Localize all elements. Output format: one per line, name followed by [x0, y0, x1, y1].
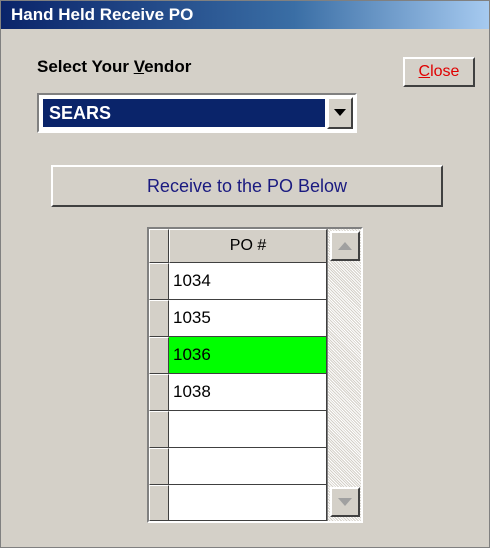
po-cell[interactable]: 1035 — [169, 300, 327, 337]
po-cell-selected[interactable]: 1036 — [169, 337, 327, 374]
close-mnemonic: C — [418, 63, 431, 80]
po-cell[interactable] — [169, 411, 327, 448]
chevron-down-icon — [334, 109, 346, 116]
row-selector[interactable] — [149, 448, 169, 485]
scroll-down-button[interactable] — [330, 487, 360, 517]
vendor-select[interactable]: SEARS — [37, 93, 357, 133]
vendor-dropdown-button[interactable] — [327, 97, 353, 129]
vendor-label-mnemonic: V — [133, 57, 145, 76]
vendor-label-prefix: Select Your — [37, 57, 134, 76]
row-selector[interactable] — [149, 485, 169, 521]
po-grid-body: PO # 1034 1035 1036 1038 — [149, 229, 327, 521]
po-grid-header: PO # — [149, 229, 327, 263]
vendor-label: Select Your Vendor — [37, 57, 191, 77]
row-selector[interactable] — [149, 300, 169, 337]
arrow-up-icon — [338, 242, 352, 250]
window-title: Hand Held Receive PO — [11, 5, 194, 24]
po-cell[interactable] — [169, 485, 327, 521]
row-selector[interactable] — [149, 411, 169, 448]
close-button[interactable]: Close — [403, 57, 475, 87]
row-selector[interactable] — [149, 374, 169, 411]
header-selector-cell — [149, 229, 169, 263]
app-window: Hand Held Receive PO Select Your Vendor … — [0, 0, 490, 548]
row-selector[interactable] — [149, 263, 169, 300]
scroll-up-button[interactable] — [330, 231, 360, 261]
po-grid: PO # 1034 1035 1036 1038 — [147, 227, 363, 523]
vertical-scrollbar[interactable] — [327, 229, 361, 521]
po-cell[interactable]: 1034 — [169, 263, 327, 300]
po-cell[interactable] — [169, 448, 327, 485]
po-cell[interactable]: 1038 — [169, 374, 327, 411]
arrow-down-icon — [338, 498, 352, 506]
row-selector[interactable] — [149, 337, 169, 374]
receive-to-po-button[interactable]: Receive to the PO Below — [51, 165, 443, 207]
vendor-label-suffix: endor — [144, 57, 192, 76]
title-bar: Hand Held Receive PO — [1, 1, 489, 29]
close-label-rest: lose — [430, 63, 460, 80]
vendor-select-value: SEARS — [43, 99, 325, 127]
po-column-header[interactable]: PO # — [169, 229, 327, 263]
